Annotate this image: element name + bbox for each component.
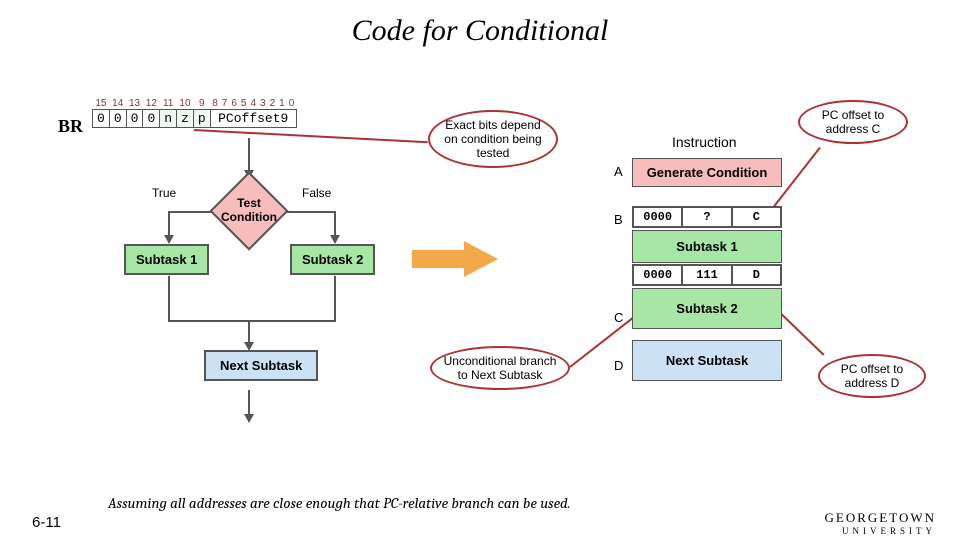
generate-condition-cell: Generate Condition <box>632 158 782 187</box>
row-marker-a: A <box>614 164 623 179</box>
row-marker-d: D <box>614 358 623 373</box>
callout-pc-d: PC offset to address D <box>818 354 926 398</box>
opcode-label: BR <box>58 116 83 137</box>
callout-bits: Exact bits depend on condition being tes… <box>428 110 558 168</box>
subtask1-cell: Subtask 1 <box>632 230 782 263</box>
true-label: True <box>152 186 176 200</box>
footer-note: Assuming all addresses are close enough … <box>108 494 570 512</box>
row-marker-b: B <box>614 212 623 227</box>
pcoffset-label: PCoffset9 <box>218 111 288 126</box>
false-label: False <box>302 186 331 200</box>
next-subtask-box: Next Subtask <box>204 350 318 381</box>
branch-row-b: 0000?C <box>632 206 782 228</box>
slide-number: 6-11 <box>32 514 61 531</box>
next-subtask-cell: Next Subtask <box>632 340 782 381</box>
callout-pc-c: PC offset to address C <box>798 100 908 144</box>
subtask2-box: Subtask 2 <box>290 244 375 275</box>
subtask2-cell: Subtask 2 <box>632 288 782 329</box>
encoding-row: 0000 nzp PCoffset9 <box>93 110 297 128</box>
callout-uncond: Unconditional branch to Next Subtask <box>430 346 570 390</box>
subtask1-box: Subtask 1 <box>124 244 209 275</box>
test-condition-diamond: Test Condition <box>210 172 288 250</box>
page-title: Code for Conditional <box>0 14 960 48</box>
branch-row-mid: 0000111D <box>632 264 782 286</box>
instruction-header: Instruction <box>672 134 737 150</box>
university-logo: GEORGETOWN UNIVERSITY <box>825 510 936 536</box>
row-marker-c: C <box>614 310 623 325</box>
